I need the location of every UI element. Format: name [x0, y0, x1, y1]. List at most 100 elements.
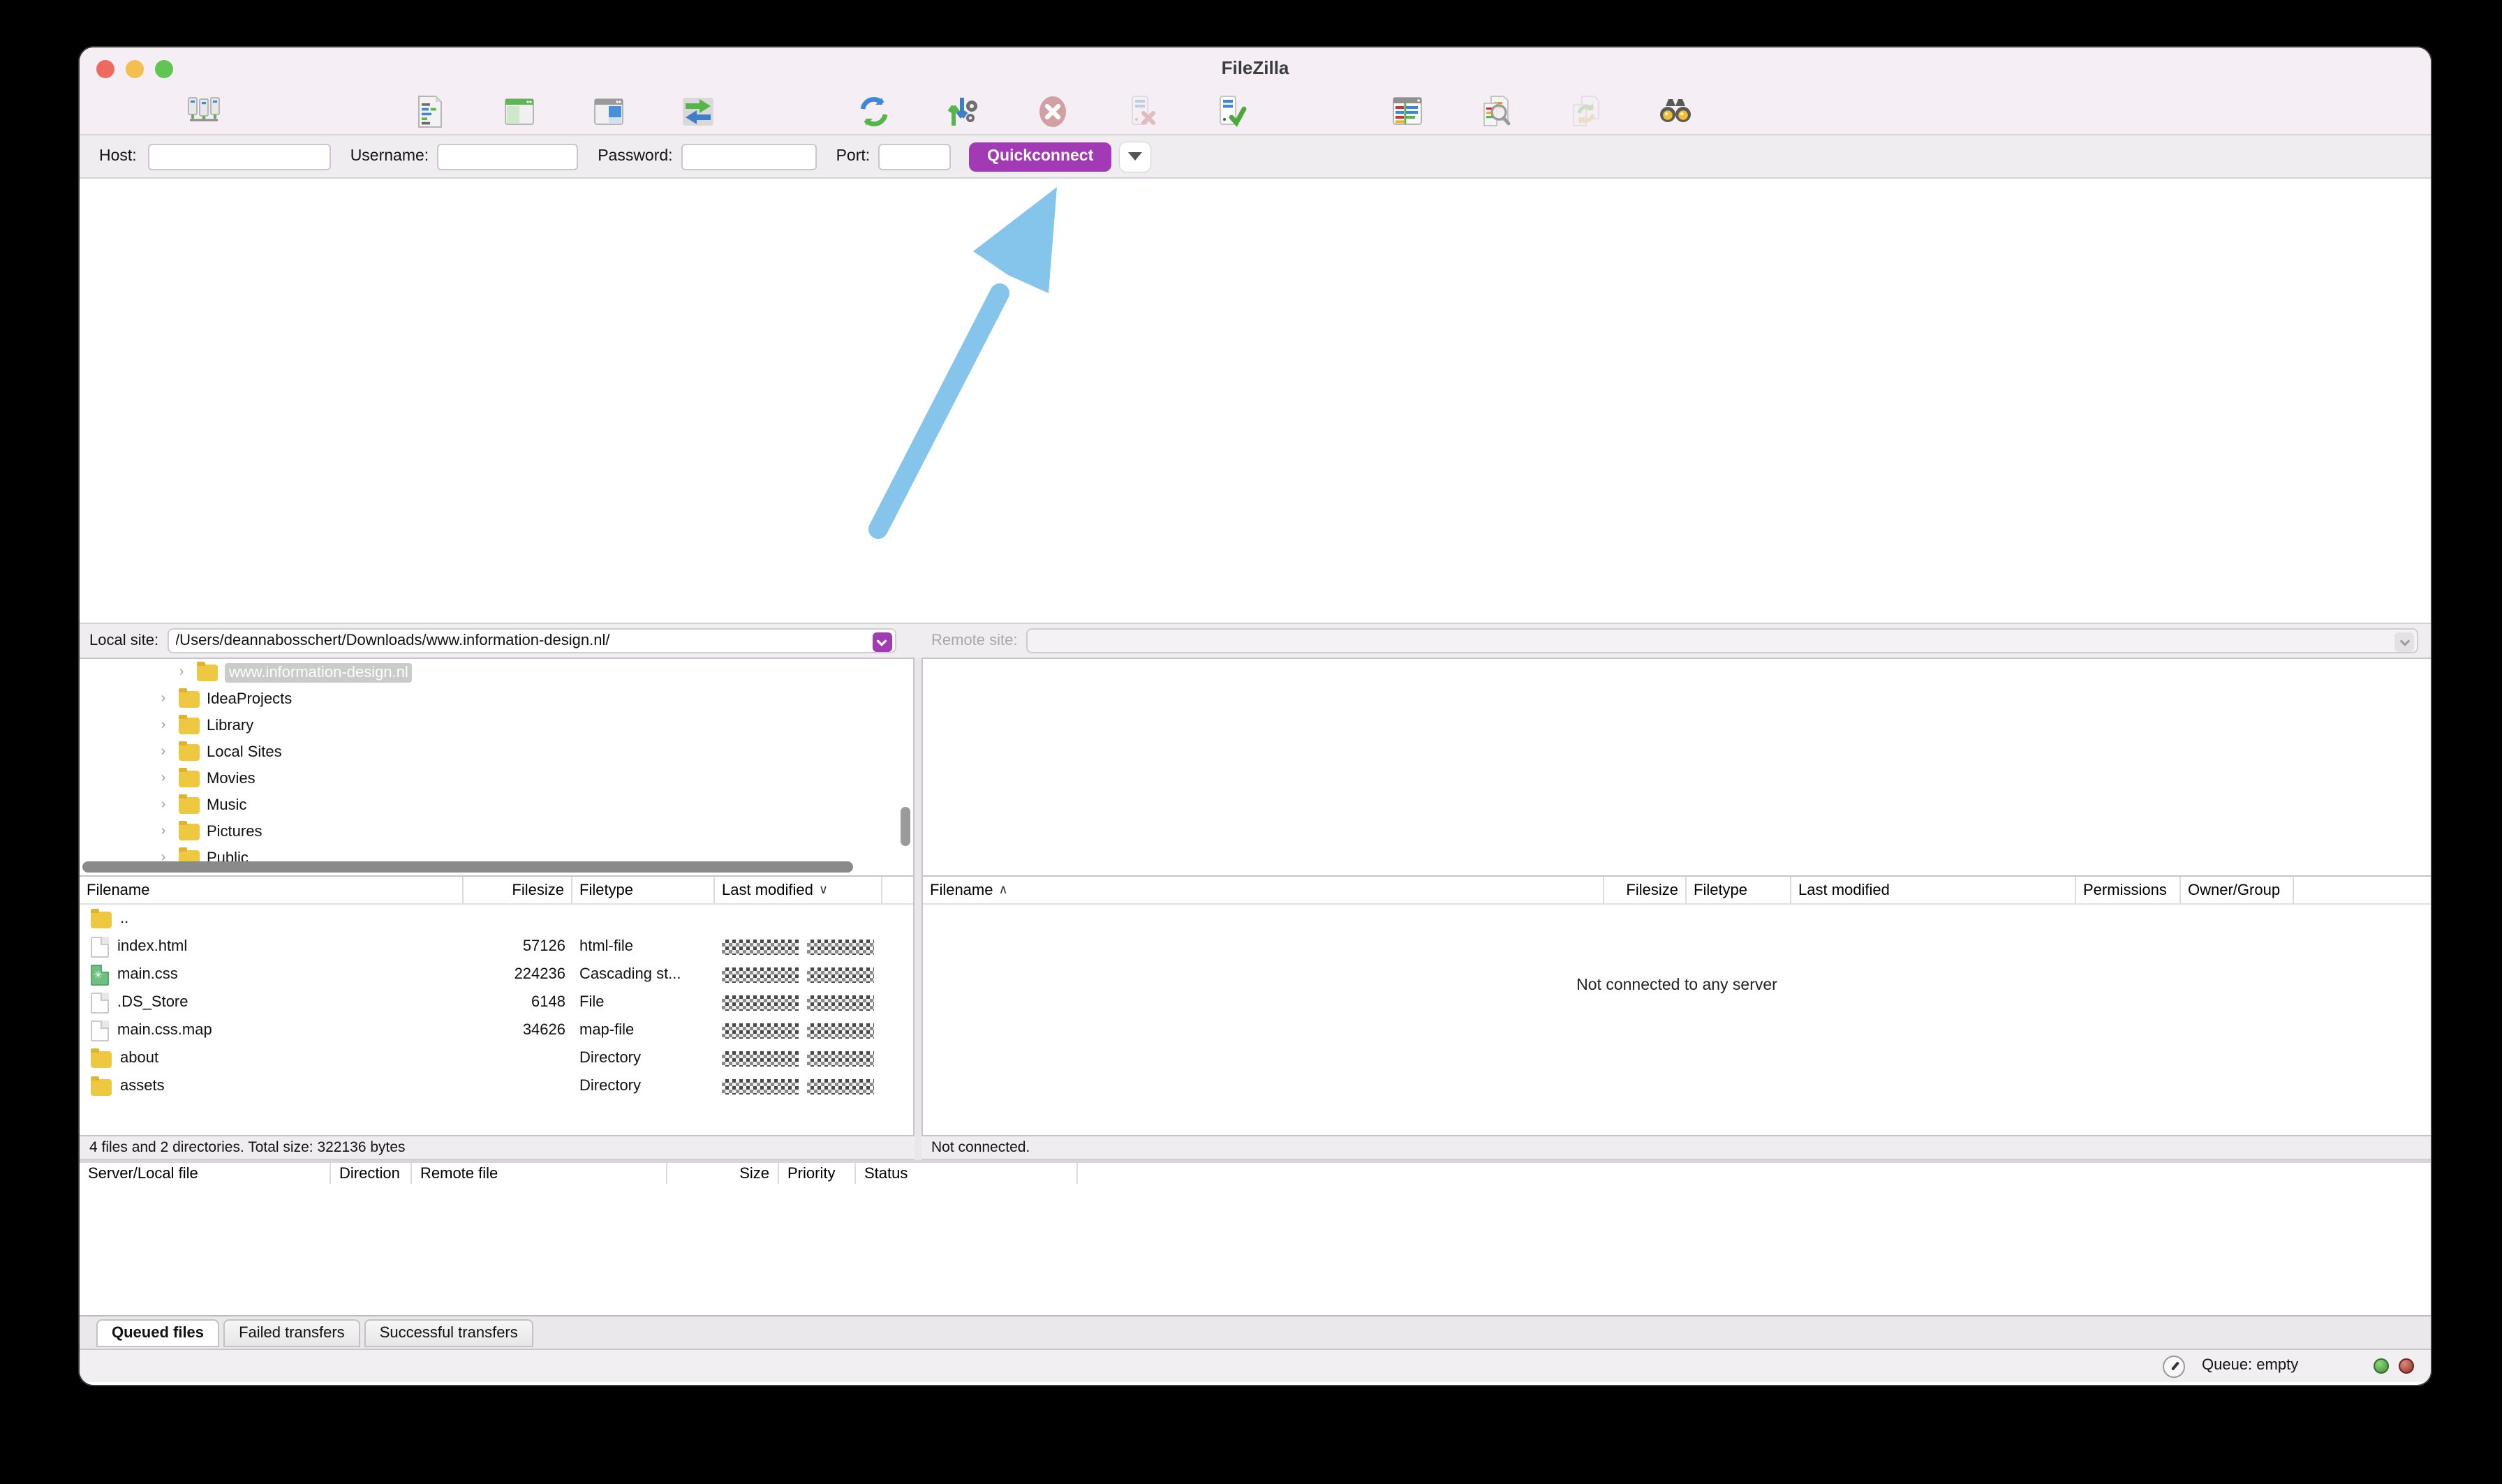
process-queue-button[interactable]: [945, 94, 982, 130]
directory-comparison-button[interactable]: [1479, 94, 1515, 130]
remote-file-list: Filename∧ Filesize Filetype Last modifie…: [921, 877, 2431, 1136]
local-site-combo[interactable]: /Users/deannabosschert/Downloads/www.inf…: [167, 628, 896, 653]
file-row[interactable]: about Directory: [80, 1044, 913, 1072]
site-manager-button[interactable]: [186, 94, 222, 130]
quickconnect-dropdown-button[interactable]: [1120, 142, 1150, 171]
vertical-scrollbar[interactable]: [901, 807, 910, 846]
horizontal-scrollbar[interactable]: [82, 861, 853, 873]
find-files-button[interactable]: [1657, 94, 1694, 130]
local-site-dropdown-button[interactable]: [872, 632, 891, 652]
file-row[interactable]: ..: [80, 905, 913, 933]
chevron-right-icon[interactable]: ›: [175, 665, 188, 680]
tab-queued-files[interactable]: Queued files: [96, 1319, 219, 1347]
reconnect-button[interactable]: [1213, 94, 1250, 130]
queue-header: Server/Local file Direction Remote file …: [80, 1160, 2431, 1184]
column-header-filetype[interactable]: Filetype: [1687, 877, 1791, 903]
directory-comparison-icon: [1480, 95, 1513, 128]
filter-button[interactable]: [1389, 94, 1426, 130]
toggle-remote-tree-icon: [592, 95, 626, 128]
port-input[interactable]: [878, 143, 951, 170]
password-label: Password:: [598, 148, 672, 165]
column-header-filename[interactable]: Filename∧: [923, 877, 1604, 903]
tab-failed-transfers[interactable]: Failed transfers: [223, 1319, 360, 1347]
tree-item[interactable]: › Pictures: [80, 818, 913, 845]
column-header-filename[interactable]: Filename: [80, 877, 464, 903]
titlebar: FileZilla: [80, 47, 2431, 89]
tree-item[interactable]: › Movies: [80, 765, 913, 792]
message-log-area: [80, 179, 2431, 623]
local-tree-panel: › www.information-design.nl › IdeaProjec…: [80, 658, 915, 877]
column-header-filetype[interactable]: Filetype: [572, 877, 715, 903]
chevron-right-icon[interactable]: ›: [156, 744, 170, 759]
file-row[interactable]: main.css.map 34626 map-file: [80, 1016, 913, 1044]
queue-column-direction[interactable]: Direction: [331, 1163, 412, 1184]
chevron-down-icon: [1128, 152, 1142, 161]
site-path-row: Local site: /Users/deannabosschert/Downl…: [80, 623, 2431, 658]
tree-item[interactable]: › IdeaProjects: [80, 685, 913, 712]
tree-item[interactable]: › Local Sites: [80, 739, 913, 765]
local-list-header: Filename Filesize Filetype Last modified…: [80, 877, 913, 905]
queue-column-size[interactable]: Size: [667, 1163, 779, 1184]
quickconnect-button[interactable]: Quickconnect: [969, 142, 1111, 171]
file-icon: [91, 936, 109, 957]
disconnect-button[interactable]: [1124, 94, 1160, 130]
file-row[interactable]: main.css 224236 Cascading st...: [80, 960, 913, 988]
toggle-log-button[interactable]: [412, 94, 448, 130]
file-row[interactable]: assets Directory: [80, 1072, 913, 1100]
tab-successful-transfers[interactable]: Successful transfers: [364, 1319, 533, 1347]
chevron-right-icon[interactable]: ›: [156, 771, 170, 786]
tree-item[interactable]: › Music: [80, 792, 913, 818]
remote-list-header: Filename∧ Filesize Filetype Last modifie…: [923, 877, 2431, 905]
refresh-button[interactable]: [856, 94, 892, 130]
status-strips: 4 files and 2 directories. Total size: 3…: [80, 1136, 2431, 1160]
toggle-local-tree-button[interactable]: [501, 94, 538, 130]
redacted-time: [807, 995, 874, 1010]
file-list-row: Filename Filesize Filetype Last modified…: [80, 877, 2431, 1136]
css-file-icon: [91, 964, 109, 985]
column-header-last-modified[interactable]: Last modified: [1791, 877, 2076, 903]
column-header-permissions[interactable]: Permissions: [2076, 877, 2181, 903]
folder-icon: [91, 1051, 112, 1068]
file-row[interactable]: .DS_Store 6148 File: [80, 988, 913, 1016]
toggle-queue-icon: [681, 95, 715, 128]
file-row[interactable]: index.html 57126 html-file: [80, 933, 913, 960]
tree-item-label: Local Sites: [207, 743, 282, 760]
queue-tabs: Queued files Failed transfers Successful…: [80, 1315, 2431, 1349]
remote-site-dropdown-button: [2394, 632, 2414, 652]
chevron-right-icon[interactable]: ›: [156, 797, 170, 813]
tree-item[interactable]: › Library: [80, 712, 913, 739]
folder-icon: [197, 664, 218, 681]
queue-column-remote-file[interactable]: Remote file: [412, 1163, 667, 1184]
process-queue-icon: [947, 95, 980, 128]
remote-site-label: Remote site:: [931, 632, 1018, 649]
chevron-down-icon: [2398, 636, 2411, 648]
chevron-right-icon[interactable]: ›: [156, 718, 170, 733]
queue-column-server-local-file[interactable]: Server/Local file: [80, 1163, 331, 1184]
port-label: Port:: [836, 148, 871, 165]
tree-item-selected[interactable]: › www.information-design.nl: [80, 659, 913, 685]
username-input[interactable]: [437, 143, 578, 170]
cancel-button[interactable]: [1035, 94, 1071, 130]
column-header-filesize[interactable]: Filesize: [464, 877, 572, 903]
folder-icon: [179, 770, 200, 787]
chevron-right-icon[interactable]: ›: [156, 691, 170, 706]
toggle-queue-button[interactable]: [680, 94, 716, 130]
synchronized-browsing-button[interactable]: [1568, 94, 1604, 130]
host-input[interactable]: [148, 143, 331, 170]
chevron-right-icon[interactable]: ›: [156, 824, 170, 839]
queue-column-status[interactable]: Status: [856, 1163, 1078, 1184]
queue-column-priority[interactable]: Priority: [779, 1163, 856, 1184]
password-input[interactable]: [681, 143, 817, 170]
column-header-last-modified[interactable]: Last modified∨: [715, 877, 882, 903]
folder-icon: [179, 823, 200, 840]
column-header-owner-group[interactable]: Owner/Group: [2181, 877, 2294, 903]
redacted-date: [722, 995, 799, 1010]
speedometer-icon[interactable]: [2163, 1356, 2185, 1378]
toggle-remote-tree-button[interactable]: [591, 94, 627, 130]
folder-icon: [179, 690, 200, 707]
toolbar: [80, 89, 2431, 135]
folder-icon: [179, 796, 200, 813]
column-header-filesize[interactable]: Filesize: [1604, 877, 1687, 903]
redacted-time: [807, 1023, 874, 1038]
disconnect-icon: [1125, 95, 1159, 128]
